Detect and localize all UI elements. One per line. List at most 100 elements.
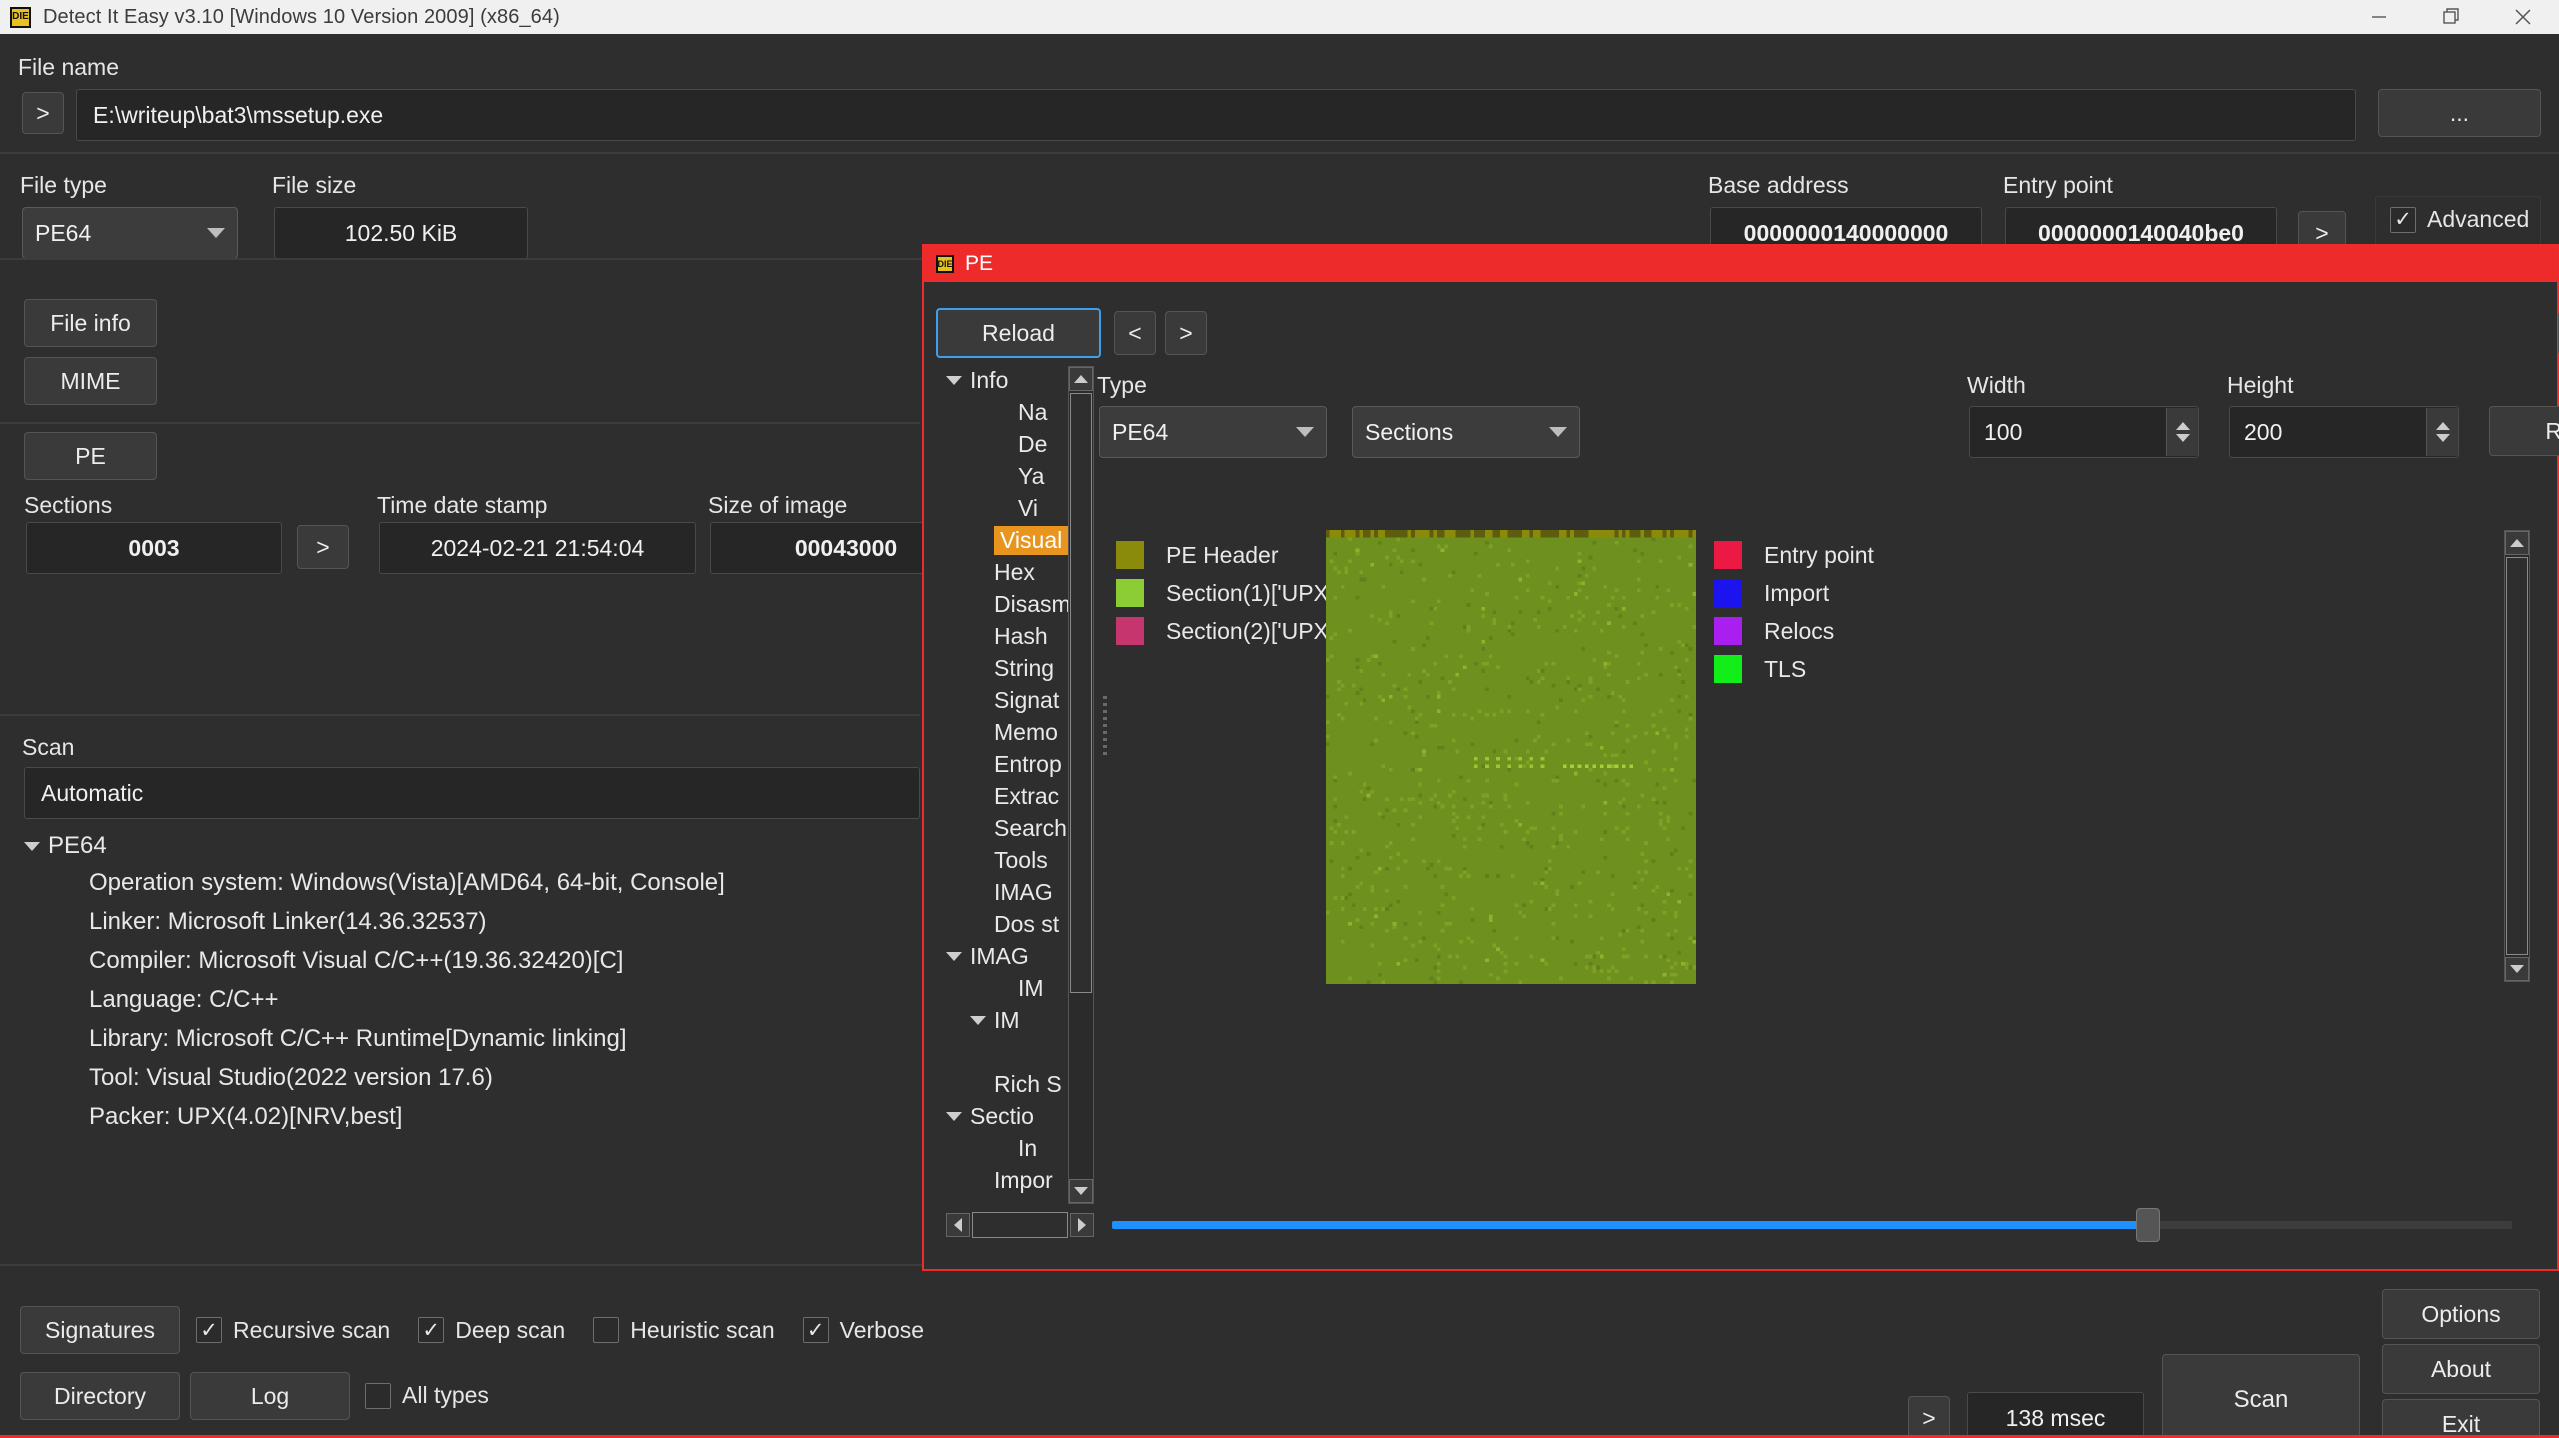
tree-item[interactable]: Tools — [946, 844, 1086, 876]
scan-result-item[interactable]: Packer: UPX(4.02)[NRV,best] — [24, 1097, 920, 1136]
width-input[interactable]: 100 — [1969, 406, 2199, 458]
type-select[interactable]: PE64 — [1099, 406, 1327, 458]
splitter-handle[interactable] — [1100, 686, 1110, 766]
file-type-select[interactable]: PE64 — [22, 207, 238, 259]
close-icon[interactable] — [2487, 0, 2559, 34]
tree-item[interactable]: Impor — [946, 1164, 1086, 1196]
width-stepper[interactable] — [2166, 408, 2198, 456]
tree-item[interactable]: De — [946, 428, 1086, 460]
tree-item[interactable]: Extrac — [946, 780, 1086, 812]
tree-item[interactable]: Dos st — [946, 908, 1086, 940]
tree-scroll-down-button[interactable] — [1069, 1179, 1093, 1203]
checkbox-deep-scan[interactable]: ✓Deep scan — [418, 1317, 565, 1344]
visual-scroll-up-button[interactable] — [2505, 531, 2529, 555]
tree-item[interactable]: Vi — [946, 492, 1086, 524]
nav-next-button[interactable]: > — [1165, 311, 1207, 355]
tree-scroll-thumb[interactable] — [1070, 393, 1092, 993]
visual-scroll-down-button[interactable] — [2505, 957, 2529, 981]
pe-tree[interactable]: InfoNaDeYaViVisualHexDisasmHashStringSig… — [946, 364, 1086, 1204]
advanced-label: Advanced — [2427, 206, 2529, 233]
tree-scroll-left-button[interactable] — [946, 1213, 970, 1237]
tree-item[interactable]: Hash — [946, 620, 1086, 652]
height-label: Height — [2227, 372, 2293, 399]
tree-item-label: Info — [970, 367, 1008, 394]
tree-item[interactable]: Memo — [946, 716, 1086, 748]
tree-item[interactable]: Sectio — [946, 1100, 1086, 1132]
scan-result-root[interactable]: PE64 — [24, 829, 920, 863]
tree-item[interactable]: Na — [946, 396, 1086, 428]
tree-item[interactable]: Hex — [946, 556, 1086, 588]
signatures-button[interactable]: Signatures — [20, 1306, 180, 1354]
tree-item[interactable]: IM — [946, 972, 1086, 1004]
tree-item[interactable]: In — [946, 1132, 1086, 1164]
scan-result-item[interactable]: Library: Microsoft C/C++ Runtime[Dynamic… — [24, 1019, 920, 1058]
tree-item[interactable]: String — [946, 652, 1086, 684]
visual-scroll-thumb[interactable] — [2506, 557, 2528, 955]
about-button[interactable]: About — [2382, 1344, 2540, 1394]
tree-item[interactable] — [946, 1036, 1086, 1068]
time-date-stamp-value[interactable]: 2024-02-21 21:54:04 — [379, 522, 696, 574]
height-stepper[interactable] — [2426, 408, 2458, 456]
file-size-value: 102.50 KiB — [274, 207, 528, 259]
offset-slider-track[interactable] — [1112, 1221, 2512, 1229]
sections-expand-button[interactable]: > — [297, 525, 349, 569]
scan-result-item[interactable]: Tool: Visual Studio(2022 version 17.6) — [24, 1058, 920, 1097]
tree-scroll-right-button[interactable] — [1070, 1213, 1094, 1237]
subtype-select[interactable]: Sections — [1352, 406, 1580, 458]
scan-result-item[interactable]: Operation system: Windows(Vista)[AMD64, … — [24, 863, 920, 902]
tree-vertical-scrollbar[interactable] — [1068, 366, 1094, 1204]
tree-item[interactable]: Visual — [946, 524, 1086, 556]
scan-mode-input[interactable]: Automatic — [24, 767, 920, 819]
file-name-input[interactable]: E:\writeup\bat3\mssetup.exe — [76, 89, 2356, 141]
options-button[interactable]: Options — [2382, 1289, 2540, 1339]
tree-scroll-up-button[interactable] — [1069, 367, 1093, 391]
visual-vertical-scrollbar[interactable] — [2504, 530, 2530, 982]
expand-triangle-icon[interactable] — [946, 1112, 962, 1121]
log-button[interactable]: Log — [190, 1372, 350, 1420]
all-types-checkbox[interactable]: All types — [365, 1382, 489, 1409]
tree-item[interactable]: Disasm — [946, 588, 1086, 620]
expand-triangle-icon[interactable] — [946, 376, 962, 385]
offset-slider-knob[interactable] — [2136, 1208, 2160, 1242]
browse-button[interactable]: ... — [2378, 89, 2541, 137]
elapsed-expand-button[interactable]: > — [1908, 1396, 1950, 1438]
checkbox-recursive-scan[interactable]: ✓Recursive scan — [196, 1317, 390, 1344]
expand-triangle-icon[interactable] — [970, 1016, 986, 1025]
tree-item[interactable]: Info — [946, 364, 1086, 396]
checkbox-heuristic-scan[interactable]: Heuristic scan — [593, 1317, 774, 1344]
tree-hscroll-thumb[interactable] — [972, 1212, 1068, 1238]
scan-button[interactable]: Scan — [2162, 1354, 2360, 1438]
advanced-checkbox[interactable]: ✓ Advanced — [2390, 206, 2529, 233]
nav-prev-button[interactable]: < — [1114, 311, 1156, 355]
height-input[interactable]: 200 — [2229, 406, 2459, 458]
maximize-icon[interactable] — [2415, 0, 2487, 34]
tree-item[interactable]: IM — [946, 1004, 1086, 1036]
tree-item[interactable]: Search — [946, 812, 1086, 844]
directory-button[interactable]: Directory — [20, 1372, 180, 1420]
scan-result-item[interactable]: Language: C/C++ — [24, 980, 920, 1019]
scan-result-item[interactable]: Linker: Microsoft Linker(14.36.32537) — [24, 902, 920, 941]
visualization-canvas[interactable] — [1326, 530, 1696, 984]
exit-button[interactable]: Exit — [2382, 1399, 2540, 1438]
pe-button[interactable]: PE — [24, 432, 157, 480]
mime-button[interactable]: MIME — [24, 357, 157, 405]
advanced-check-glyph: ✓ — [2390, 207, 2416, 233]
scan-result-item[interactable]: Compiler: Microsoft Visual C/C++(19.36.3… — [24, 941, 920, 980]
tree-item[interactable]: Signat — [946, 684, 1086, 716]
tree-item[interactable]: IMAG — [946, 876, 1086, 908]
tree-item[interactable]: IMAG — [946, 940, 1086, 972]
file-info-button[interactable]: File info — [24, 299, 157, 347]
minimize-icon[interactable] — [2343, 0, 2415, 34]
tree-item[interactable]: Entrop — [946, 748, 1086, 780]
offset-slider[interactable] — [1112, 1210, 2512, 1240]
tree-item[interactable]: Rich S — [946, 1068, 1086, 1100]
reload-button[interactable]: Reload — [936, 308, 1101, 358]
checkbox-verbose[interactable]: ✓Verbose — [803, 1317, 924, 1344]
file-name-expand-button[interactable]: > — [22, 92, 64, 134]
all-types-label: All types — [402, 1382, 489, 1409]
sections-value[interactable]: 0003 — [26, 522, 282, 574]
tree-horizontal-scrollbar[interactable] — [946, 1210, 1094, 1240]
expand-triangle-icon[interactable] — [946, 952, 962, 961]
tree-item[interactable]: Ya — [946, 460, 1086, 492]
reload-visual-button[interactable]: Relo — [2489, 406, 2559, 456]
